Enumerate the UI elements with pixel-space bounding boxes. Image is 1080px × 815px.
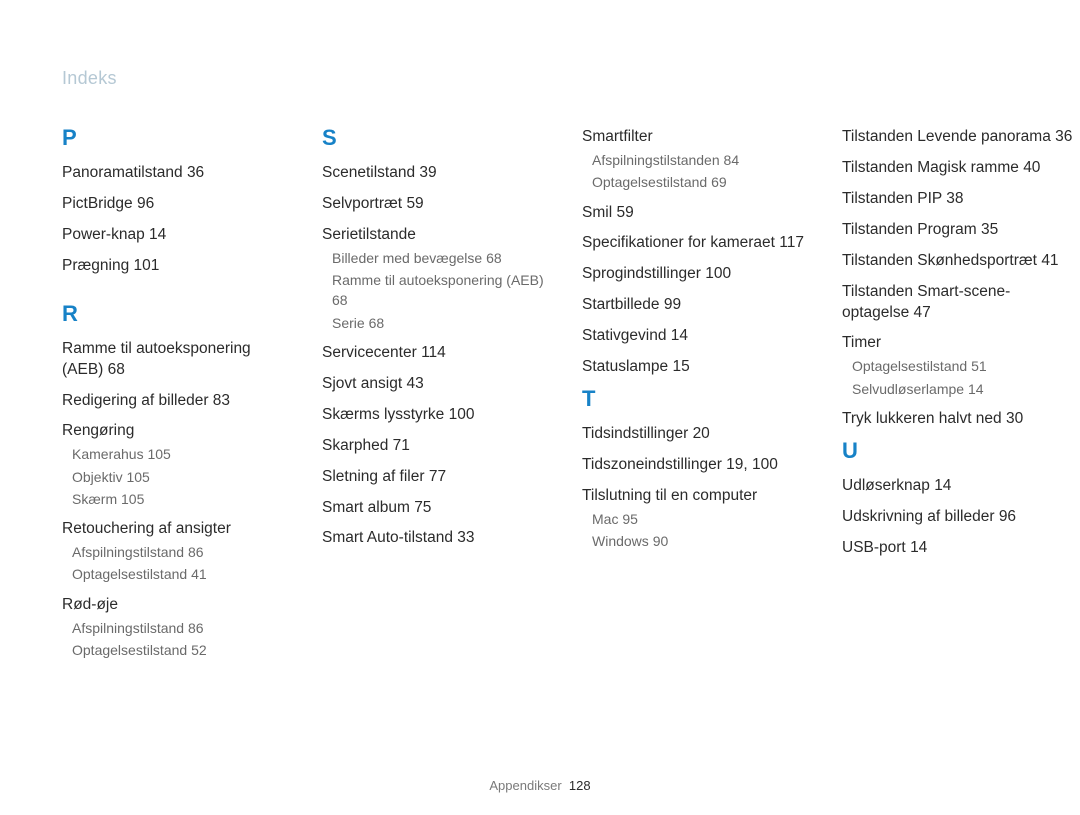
column-4: Tilstanden Levende panorama 36 Tilstande… — [842, 127, 1074, 670]
subentry-optagelse-51: Optagelsestilstand 51 — [852, 356, 1074, 376]
entry-smart-auto: Smart Auto-tilstand 33 — [322, 528, 554, 549]
entry-aeb: Ramme til autoeksponering (AEB) 68 — [62, 339, 294, 381]
entry-pip: Tilstanden PIP 38 — [842, 189, 1074, 210]
entry-program: Tilstanden Program 35 — [842, 220, 1074, 241]
letter-P: P — [62, 127, 294, 149]
entry-power-knap: Power-knap 14 — [62, 225, 294, 246]
footer-page-number: 128 — [569, 778, 591, 793]
entry-sprogindstillinger: Sprogindstillinger 100 — [582, 264, 814, 285]
subentry-afspilning-86a: Afspilningstilstand 86 — [72, 542, 294, 562]
entry-skarphed: Skarphed 71 — [322, 436, 554, 457]
subentry-serie: Serie 68 — [332, 313, 554, 333]
index-page: Indeks P Panoramatilstand 36 PictBridge … — [0, 0, 1080, 670]
entry-sletning: Sletning af filer 77 — [322, 467, 554, 488]
page-header: Indeks — [62, 68, 1018, 89]
entry-udloserknap: Udløserknap 14 — [842, 476, 1074, 497]
entry-praegning: Prægning 101 — [62, 256, 294, 277]
subentry-ramme-aeb: Ramme til autoeksponering (AEB) 68 — [332, 270, 554, 311]
entry-tidszone: Tidszoneindstillinger 19, 100 — [582, 455, 814, 476]
column-1: P Panoramatilstand 36 PictBridge 96 Powe… — [62, 127, 294, 670]
entry-retouchering: Retouchering af ansigter Afspilningstils… — [62, 519, 294, 585]
subentry-mac: Mac 95 — [592, 509, 814, 529]
entry-smart-album: Smart album 75 — [322, 498, 554, 519]
entry-servicecenter: Servicecenter 114 — [322, 343, 554, 364]
entry-rod-oje: Rød-øje Afspilningstilstand 86 Optagelse… — [62, 595, 294, 661]
entry-tilslutning: Tilslutning til en computer Mac 95 Windo… — [582, 486, 814, 552]
entry-levende-panorama: Tilstanden Levende panorama 36 — [842, 127, 1074, 148]
entry-pictbridge: PictBridge 96 — [62, 194, 294, 215]
column-3: Smartfilter Afspilningstilstanden 84 Opt… — [582, 127, 814, 670]
entry-panoramatilstand: Panoramatilstand 36 — [62, 163, 294, 184]
entry-stativgevind: Stativgevind 14 — [582, 326, 814, 347]
entry-redigering: Redigering af billeder 83 — [62, 391, 294, 412]
entry-udskrivning: Udskrivning af billeder 96 — [842, 507, 1074, 528]
entry-usb-port: USB-port 14 — [842, 538, 1074, 559]
footer-section-label: Appendikser — [489, 778, 561, 793]
index-columns: P Panoramatilstand 36 PictBridge 96 Powe… — [62, 127, 1018, 670]
letter-T: T — [582, 388, 814, 410]
entry-specifikationer: Specifikationer for kameraet 117 — [582, 233, 814, 254]
entry-selvportraet: Selvportræt 59 — [322, 194, 554, 215]
entry-smart-scene: Tilstanden Smart-scene-optagelse 47 — [842, 282, 1074, 324]
subentry-windows: Windows 90 — [592, 531, 814, 551]
entry-skaerms-lysstyrke: Skærms lysstyrke 100 — [322, 405, 554, 426]
letter-R: R — [62, 303, 294, 325]
entry-magisk-ramme: Tilstanden Magisk ramme 40 — [842, 158, 1074, 179]
entry-tryk-lukkeren: Tryk lukkeren halvt ned 30 — [842, 409, 1074, 430]
entry-rengoring: Rengøring Kamerahus 105 Objektiv 105 Skæ… — [62, 421, 294, 509]
subentry-optagelse-69: Optagelsestilstand 69 — [592, 172, 814, 192]
entry-smartfilter: Smartfilter Afspilningstilstanden 84 Opt… — [582, 127, 814, 193]
entry-serietilstande: Serietilstande Billeder med bevægelse 68… — [322, 225, 554, 333]
entry-skonhedsportraet: Tilstanden Skønhedsportræt 41 — [842, 251, 1074, 272]
column-2: S Scenetilstand 39 Selvportræt 59 Seriet… — [322, 127, 554, 670]
letter-U: U — [842, 440, 1074, 462]
entry-scenetilstand: Scenetilstand 39 — [322, 163, 554, 184]
subentry-optagelse-52: Optagelsestilstand 52 — [72, 640, 294, 660]
page-footer: Appendikser 128 — [0, 778, 1080, 793]
subentry-afspilning-84: Afspilningstilstanden 84 — [592, 150, 814, 170]
entry-statuslampe: Statuslampe 15 — [582, 357, 814, 378]
entry-sjovt-ansigt: Sjovt ansigt 43 — [322, 374, 554, 395]
subentry-afspilning-86b: Afspilningstilstand 86 — [72, 618, 294, 638]
subentry-optagelse-41: Optagelsestilstand 41 — [72, 564, 294, 584]
subentry-selvudloserlampe: Selvudløserlampe 14 — [852, 379, 1074, 399]
entry-timer: Timer Optagelsestilstand 51 Selvudløserl… — [842, 333, 1074, 399]
entry-startbillede: Startbillede 99 — [582, 295, 814, 316]
subentry-billeder-bevaegelse: Billeder med bevægelse 68 — [332, 248, 554, 268]
subentry-skaerm: Skærm 105 — [72, 489, 294, 509]
letter-S: S — [322, 127, 554, 149]
entry-tidsindstillinger: Tidsindstillinger 20 — [582, 424, 814, 445]
entry-smil: Smil 59 — [582, 203, 814, 224]
subentry-kamerahus: Kamerahus 105 — [72, 444, 294, 464]
subentry-objektiv: Objektiv 105 — [72, 467, 294, 487]
